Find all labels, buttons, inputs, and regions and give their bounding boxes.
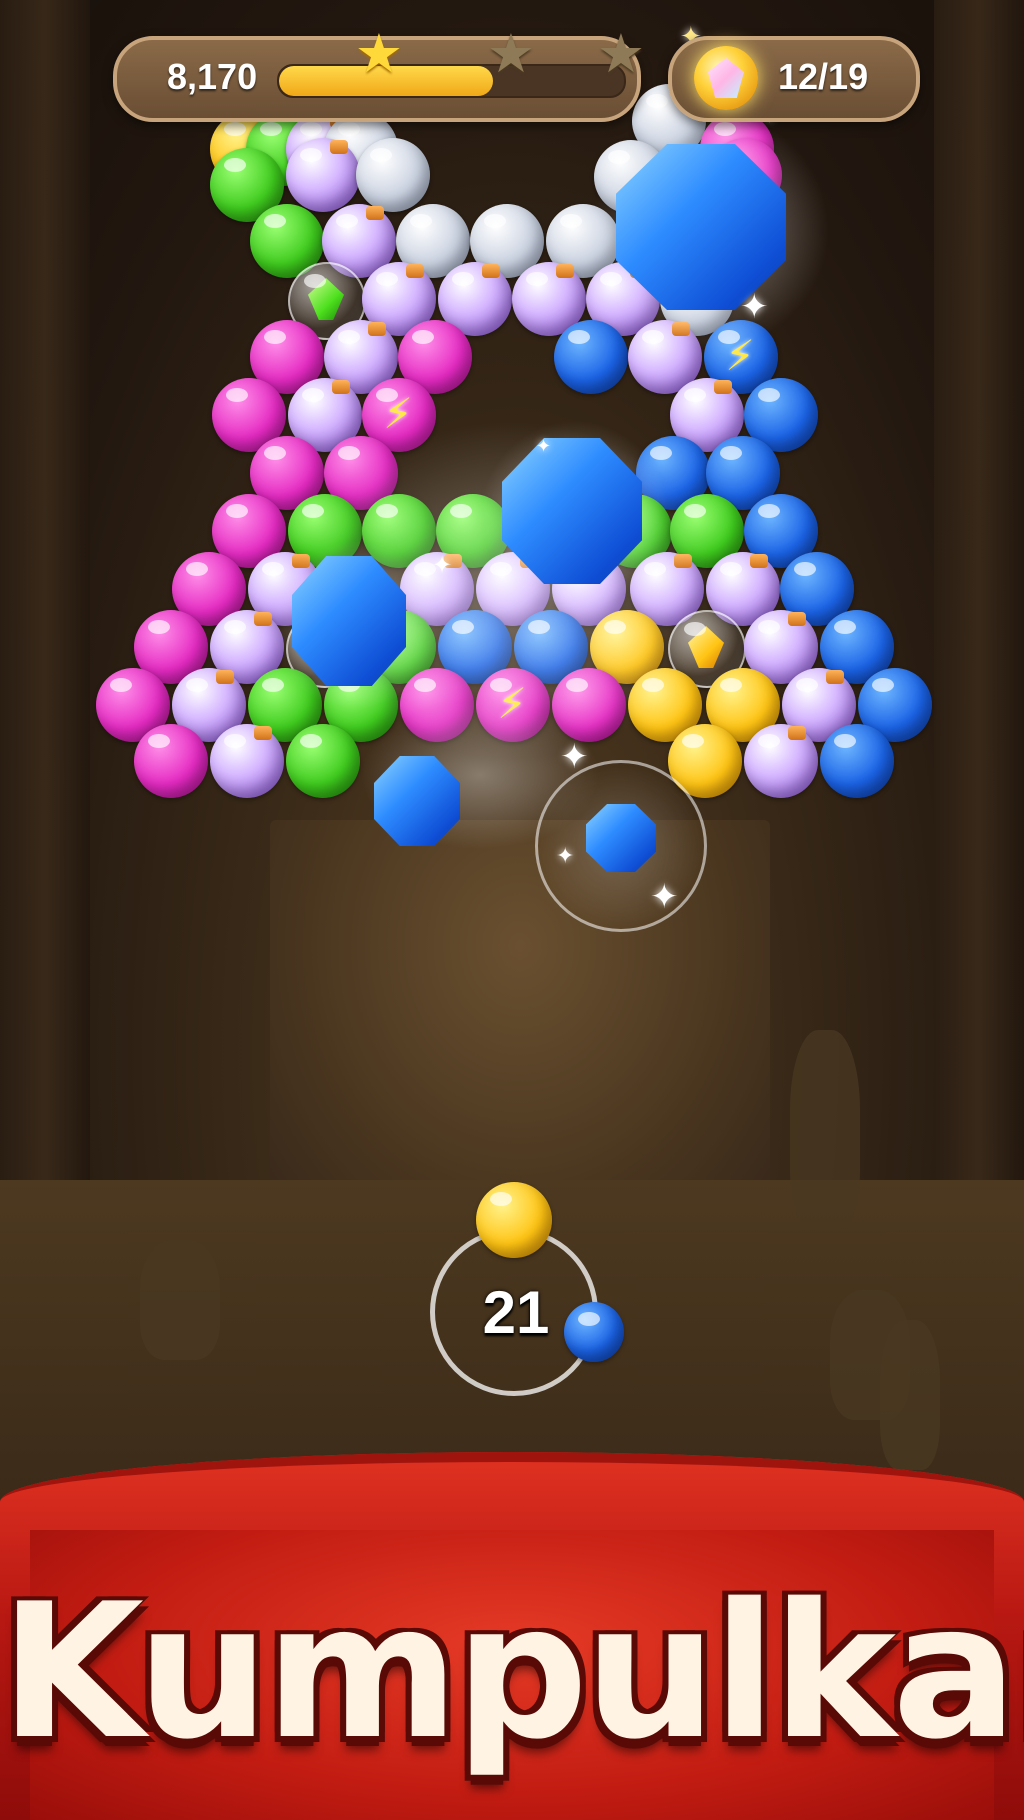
sparkle-icon: ✦ xyxy=(740,287,769,327)
sparkle-icon: ✦ xyxy=(650,877,679,917)
small-blue-gem xyxy=(586,804,656,872)
next-ball[interactable] xyxy=(564,1302,624,1362)
potion-bubble xyxy=(744,724,818,798)
current-ball[interactable] xyxy=(476,1182,552,1258)
green-gem-icon xyxy=(308,278,344,320)
pink-bubble xyxy=(134,724,208,798)
potion-bubble xyxy=(286,138,360,212)
vase-decoration xyxy=(880,1320,940,1470)
potion-bubble xyxy=(210,724,284,798)
flying-blue-gem xyxy=(292,556,406,686)
blue-bubble xyxy=(554,320,628,394)
gem-collection-icon xyxy=(694,46,758,110)
right-pillar xyxy=(934,0,1024,1300)
grey-bubble xyxy=(356,138,430,212)
goal-counter: 12/19 xyxy=(778,56,869,97)
score-progress-bar xyxy=(277,64,626,98)
sparkle-icon: ✦ xyxy=(536,436,552,457)
lightning-icon: ⚡ xyxy=(383,389,413,438)
star-icon: ★ xyxy=(354,22,404,85)
game-screen: ⚡⚡⚡ ✦ ✦ ✦ ✦ ✦ ✦ ✦ ✦ 8,170 ★ ★ ★ 12/19 21 xyxy=(0,0,1024,1820)
star-icon: ★ xyxy=(486,22,536,85)
sparkle-icon: ✦ xyxy=(432,551,453,579)
green-bubble xyxy=(286,724,360,798)
sparkle-icon: ✦ xyxy=(556,844,575,869)
goal-panel: 12/19 xyxy=(668,36,920,122)
banner-title: Kumpulkan xyxy=(0,1563,1024,1780)
blue-bubble xyxy=(820,724,894,798)
score-value: 8,170 xyxy=(167,56,258,97)
left-pillar xyxy=(0,0,90,1300)
score-panel: 8,170 ★ ★ ★ xyxy=(113,26,645,122)
sparkle-icon: ✦ xyxy=(560,737,589,777)
shots-remaining: 21 xyxy=(482,1279,550,1346)
star-icon: ★ xyxy=(596,22,646,85)
statue-decoration xyxy=(790,1030,860,1230)
vase-decoration xyxy=(140,1240,220,1360)
